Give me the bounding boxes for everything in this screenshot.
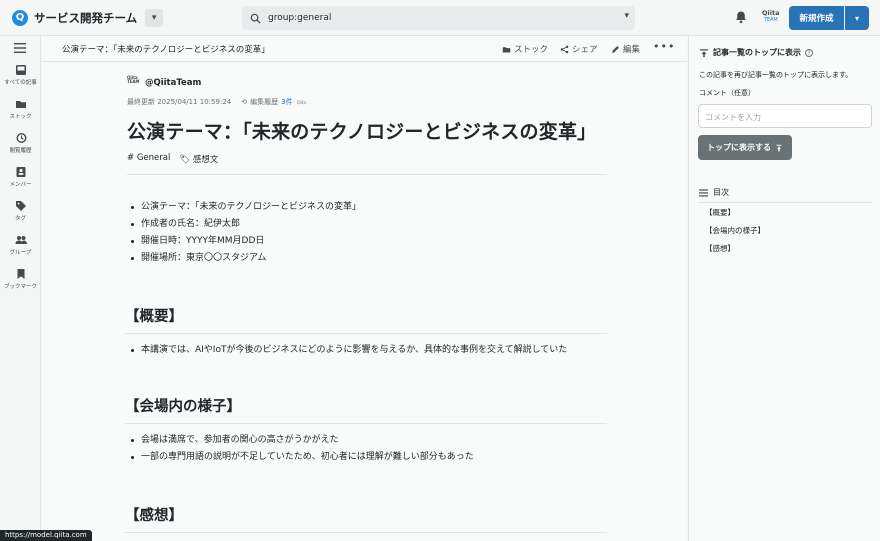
tag-icon xyxy=(15,201,26,211)
author-name[interactable]: @QiitaTeam xyxy=(145,78,201,88)
menu-icon[interactable] xyxy=(14,43,26,53)
team-name[interactable]: サービス開発チーム xyxy=(34,10,137,26)
team-logo: Q xyxy=(12,9,28,26)
updated-at: 最終更新 2025/04/11 10:59:24 xyxy=(127,98,232,106)
nav-item-all-articles[interactable]: すべての記事 xyxy=(0,64,41,86)
toc-heading: 目次 xyxy=(699,187,729,198)
article: Qiita TEAM @QiitaTeam 最終更新 2025/04/11 10:… xyxy=(125,76,607,533)
arrow-up-icon xyxy=(776,144,782,151)
tag-list: # General 🏷 感想文 xyxy=(127,153,607,165)
right-panel: 記事一覧のトップに表示 ? この記事を再び記事一覧のトップに表示します。 コメン… xyxy=(688,36,880,541)
edit-button[interactable]: 編集 xyxy=(611,43,640,55)
list-item: 本講演では、AIやIoTが今後のビジネスにどのように影響を与えるか、具体的な事例… xyxy=(127,342,607,359)
tag-icon: 🏷 xyxy=(179,155,191,165)
stock-button[interactable]: ストック xyxy=(502,43,548,55)
list-item: 開催日時：YYYY年MM月DD日 xyxy=(127,233,607,250)
divider xyxy=(127,174,607,175)
toc-item-impressions[interactable]: 【感想】 xyxy=(705,243,735,254)
list-item: 会場は満席で、参加者の関心の高さがうかがえた xyxy=(127,432,607,449)
pin-to-top-button[interactable]: トップに表示する xyxy=(698,135,792,160)
search-bar[interactable]: group:general ▾ xyxy=(242,6,635,30)
nav-item-members[interactable]: メンバー xyxy=(0,166,41,188)
nav-item-stock[interactable]: ストック xyxy=(0,98,41,120)
section-heading: 【概要】 xyxy=(125,305,607,334)
tag-impressions[interactable]: 🏷 感想文 xyxy=(179,153,218,165)
toc-item-venue[interactable]: 【会場内の様子】 xyxy=(705,225,765,236)
comment-label: コメント（任意） xyxy=(699,89,755,97)
section-list: 会場は満席で、参加者の関心の高さがうかがえた 一部の専門用語の説明が不足していた… xyxy=(127,432,607,466)
history-icon: ⟲ xyxy=(241,98,248,106)
chevron-down-icon[interactable]: ▾ xyxy=(624,11,629,21)
share-icon xyxy=(560,45,569,53)
folder-icon xyxy=(15,101,26,108)
status-bar-url: https://model.qiita.com xyxy=(0,530,92,541)
share-button[interactable]: シェア xyxy=(560,43,598,55)
pencil-icon xyxy=(612,45,619,53)
more-options-icon[interactable]: ••• xyxy=(653,40,675,53)
article-toolbar: 公演テーマ：「未来のテクノロジーとビジネスの変革」 ストック シェア 編集 ••… xyxy=(42,36,687,62)
article-meta: 最終更新 2025/04/11 10:59:24 ⟲ 編集履歴 3件 Qiita xyxy=(127,97,607,107)
bookmark-icon xyxy=(17,269,24,279)
pin-icon xyxy=(699,48,709,57)
main-content: 公演テーマ：「未来のテクノロジーとビジネスの変革」 ストック シェア 編集 ••… xyxy=(42,36,687,541)
divider xyxy=(698,202,872,203)
edit-history-count[interactable]: 3件 xyxy=(281,97,292,107)
tag-general[interactable]: # General xyxy=(127,153,170,165)
folder-icon xyxy=(502,46,511,52)
nav-item-history[interactable]: 閲覧履歴 xyxy=(0,132,41,154)
member-icon xyxy=(16,167,25,177)
comment-input[interactable]: コメントを入力 xyxy=(698,104,872,128)
nav-item-tags[interactable]: タグ xyxy=(0,200,41,222)
list-item: 公演テーマ：「未来のテクノロジーとビジネスの変革」 xyxy=(127,199,607,216)
edit-history-link[interactable]: 編集履歴 xyxy=(250,97,278,107)
section-heading: 【感想】 xyxy=(125,504,607,533)
history-icon xyxy=(15,132,27,144)
nav-item-groups[interactable]: グループ xyxy=(0,234,41,256)
author-avatar: Qiita TEAM xyxy=(127,75,140,84)
toc-item-overview[interactable]: 【概要】 xyxy=(705,207,735,218)
section-heading: 【会場内の様子】 xyxy=(125,395,607,424)
new-article-button[interactable]: 新規作成 xyxy=(789,6,844,30)
inbox-icon xyxy=(15,65,26,75)
nav-item-bookmarks[interactable]: ブックマーク xyxy=(0,268,41,290)
chevron-down-icon[interactable]: ▾ xyxy=(145,8,164,27)
breadcrumb: 公演テーマ：「未来のテクノロジーとビジネスの変革」 xyxy=(62,45,270,55)
team-switcher[interactable]: Q サービス開発チーム ▾ xyxy=(12,8,164,27)
author[interactable]: Qiita TEAM @QiitaTeam xyxy=(127,76,607,89)
help-icon[interactable]: ? xyxy=(805,48,813,57)
editor-avatar: Qiita xyxy=(296,99,306,105)
info-list: 公演テーマ：「未来のテクノロジーとビジネスの変革」 作成者の氏名：紀伊太郎 開催… xyxy=(127,199,607,267)
team-avatar[interactable]: Qiita TEAM xyxy=(762,10,779,24)
chevron-down-icon[interactable]: ▾ xyxy=(845,6,869,30)
list-item: 作成者の氏名：紀伊太郎 xyxy=(127,216,607,233)
list-item: 開催場所：東京〇〇スタジアム xyxy=(127,250,607,267)
search-icon xyxy=(250,13,261,24)
group-icon xyxy=(15,236,27,244)
left-nav: すべての記事 ストック 閲覧履歴 メンバー タグ グループ ブックマーク xyxy=(0,36,41,541)
top-bar: Q サービス開発チーム ▾ group:general ▾ Qiita TEAM … xyxy=(0,0,880,36)
pin-description: この記事を再び記事一覧のトップに表示します。 xyxy=(699,71,853,79)
pin-panel-heading: 記事一覧のトップに表示 ? xyxy=(699,47,813,58)
section-list: 本講演では、AIやIoTが今後のビジネスにどのように影響を与えるか、具体的な事例… xyxy=(127,342,607,359)
list-item: 一部の専門用語の説明が不足していたため、初心者には理解が難しい部分もあった xyxy=(127,449,607,466)
list-icon xyxy=(699,188,708,197)
article-title: 公演テーマ：「未来のテクノロジーとビジネスの変革」 xyxy=(127,121,597,143)
notification-bell-icon[interactable] xyxy=(734,10,748,24)
search-input[interactable]: group:general xyxy=(268,13,331,23)
